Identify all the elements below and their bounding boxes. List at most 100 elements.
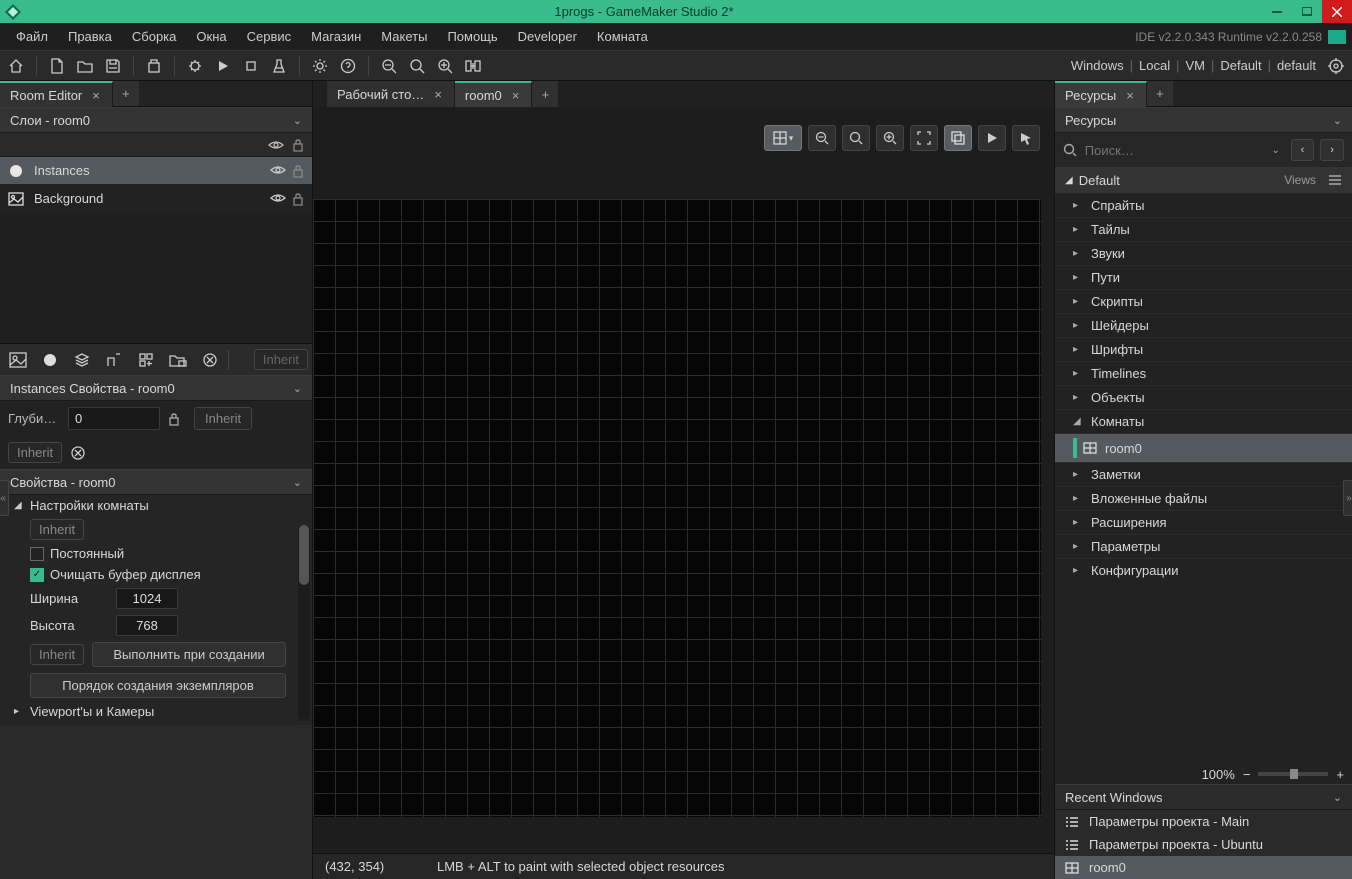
- menu-правка[interactable]: Правка: [58, 25, 122, 48]
- debug-button[interactable]: [183, 54, 207, 78]
- maximize-button[interactable]: [1292, 0, 1322, 23]
- prev-result-button[interactable]: ‹: [1291, 139, 1315, 161]
- creation-code-button[interactable]: Выполнить при создании: [92, 642, 286, 667]
- depth-input[interactable]: [68, 407, 160, 430]
- zoom-out-button[interactable]: [377, 54, 401, 78]
- resource-folder[interactable]: ▸Параметры: [1055, 534, 1352, 558]
- eye-icon[interactable]: [270, 192, 286, 206]
- canvas-zoom-in-button[interactable]: [876, 125, 904, 151]
- canvas-fullscreen-button[interactable]: [910, 125, 938, 151]
- search-input[interactable]: [1085, 143, 1261, 158]
- delete-sublayer-button[interactable]: [70, 445, 86, 461]
- eye-icon[interactable]: [268, 139, 284, 151]
- stop-button[interactable]: [239, 54, 263, 78]
- room-grid[interactable]: [313, 199, 1041, 817]
- help-button[interactable]: [336, 54, 360, 78]
- preferences-button[interactable]: [308, 54, 332, 78]
- zoom-slider[interactable]: [1258, 772, 1328, 776]
- room-properties-header[interactable]: Свойства - room0 ⌄: [0, 469, 312, 495]
- menu-магазин[interactable]: Магазин: [301, 25, 371, 48]
- resource-folder[interactable]: ▸Объекты: [1055, 385, 1352, 409]
- inherit-room-settings-button[interactable]: Inherit: [30, 519, 84, 540]
- lock-icon[interactable]: [168, 412, 186, 426]
- zoom-reset-button[interactable]: [405, 54, 429, 78]
- target-manager-button[interactable]: [1324, 54, 1348, 78]
- menu-макеты[interactable]: Макеты: [371, 25, 437, 48]
- resource-folder[interactable]: ▸Звуки: [1055, 241, 1352, 265]
- menu-developer[interactable]: Developer: [508, 25, 587, 48]
- persistent-row[interactable]: Постоянный: [0, 543, 294, 564]
- close-button[interactable]: [1322, 0, 1352, 23]
- menu-icon[interactable]: [1328, 174, 1342, 186]
- resource-view-header[interactable]: ◢ Default Views: [1055, 167, 1352, 193]
- zoom-out-icon[interactable]: −: [1243, 767, 1251, 782]
- inherit-layers-button[interactable]: Inherit: [254, 349, 308, 370]
- clean-button[interactable]: [267, 54, 291, 78]
- delete-layer-button[interactable]: [196, 347, 224, 373]
- target-default[interactable]: Default: [1216, 58, 1265, 73]
- persistent-checkbox[interactable]: [30, 547, 44, 561]
- resource-folder[interactable]: ▸Конфигурации: [1055, 558, 1352, 582]
- canvas-select-mode-button[interactable]: [1012, 125, 1040, 151]
- layer-item[interactable]: Instances: [0, 157, 312, 185]
- add-tab-button[interactable]: +: [113, 81, 139, 106]
- menu-сервис[interactable]: Сервис: [237, 25, 302, 48]
- resource-folder[interactable]: ▸Вложенные файлы: [1055, 486, 1352, 510]
- add-instance-layer-button[interactable]: [36, 347, 64, 373]
- add-tile-layer-button[interactable]: [68, 347, 96, 373]
- expand-left-icon[interactable]: «: [0, 480, 9, 516]
- canvas-play-button[interactable]: [978, 125, 1006, 151]
- feedback-icon[interactable]: [1328, 30, 1346, 44]
- resource-folder[interactable]: ▸Тайлы: [1055, 217, 1352, 241]
- expand-right-icon[interactable]: »: [1343, 480, 1352, 516]
- resource-folder[interactable]: ▸Timelines: [1055, 361, 1352, 385]
- canvas-layers-button[interactable]: [944, 125, 972, 151]
- save-button[interactable]: [101, 54, 125, 78]
- lock-icon[interactable]: [292, 164, 304, 178]
- resource-folder[interactable]: ▸Расширения: [1055, 510, 1352, 534]
- inherit-depth-button[interactable]: Inherit: [194, 407, 252, 430]
- close-icon[interactable]: ×: [432, 87, 444, 102]
- tab-room-editor[interactable]: Room Editor ×: [0, 81, 113, 107]
- room-canvas[interactable]: ▾: [313, 107, 1054, 853]
- resource-folder[interactable]: ▸Спрайты: [1055, 193, 1352, 217]
- lock-icon[interactable]: [292, 138, 304, 152]
- resource-folder[interactable]: ▸Скрипты: [1055, 289, 1352, 313]
- resource-tree[interactable]: ▸Спрайты▸Тайлы▸Звуки▸Пути▸Скрипты▸Шейдер…: [1055, 193, 1352, 764]
- room-settings-group[interactable]: ◢Настройки комнаты: [0, 495, 294, 516]
- add-bg-layer-button[interactable]: [4, 347, 32, 373]
- inherit-visible-button[interactable]: Inherit: [8, 442, 62, 463]
- resource-folder[interactable]: ▸Заметки: [1055, 462, 1352, 486]
- zoom-in-icon[interactable]: +: [1336, 767, 1344, 782]
- workspace-tab[interactable]: room0×: [455, 81, 532, 107]
- recent-window-item[interactable]: Параметры проекта - Ubuntu: [1055, 833, 1352, 856]
- clear-buffer-checkbox[interactable]: [30, 568, 44, 582]
- workspace-tab[interactable]: Рабочий сто…×: [327, 81, 455, 107]
- target-local[interactable]: Local: [1135, 58, 1174, 73]
- grid-toggle-button[interactable]: ▾: [764, 125, 802, 151]
- minimize-button[interactable]: [1262, 0, 1292, 23]
- layer-item[interactable]: Background: [0, 185, 312, 213]
- docking-button[interactable]: [461, 54, 485, 78]
- room-height-input[interactable]: [116, 615, 178, 636]
- menu-файл[interactable]: Файл: [6, 25, 58, 48]
- new-project-button[interactable]: [45, 54, 69, 78]
- add-path-layer-button[interactable]: [100, 347, 128, 373]
- recent-windows-header[interactable]: Recent Windows ⌄: [1055, 784, 1352, 810]
- run-button[interactable]: [211, 54, 235, 78]
- menu-помощь[interactable]: Помощь: [437, 25, 507, 48]
- tab-resources[interactable]: Ресурсы ×: [1055, 81, 1147, 107]
- layers-header[interactable]: Слои - room0 ⌄: [0, 107, 312, 133]
- instance-order-button[interactable]: Порядок создания экземпляров: [30, 673, 286, 698]
- scrollbar[interactable]: [298, 525, 310, 721]
- create-exe-button[interactable]: [142, 54, 166, 78]
- room-width-input[interactable]: [116, 588, 178, 609]
- open-project-button[interactable]: [73, 54, 97, 78]
- inherit-creation-button[interactable]: Inherit: [30, 644, 84, 665]
- add-workspace-tab-button[interactable]: +: [532, 81, 558, 107]
- lock-icon[interactable]: [292, 192, 304, 206]
- resource-folder[interactable]: ▸Шрифты: [1055, 337, 1352, 361]
- close-icon[interactable]: ×: [1124, 88, 1136, 103]
- add-asset-layer-button[interactable]: [132, 347, 160, 373]
- zoom-in-button[interactable]: [433, 54, 457, 78]
